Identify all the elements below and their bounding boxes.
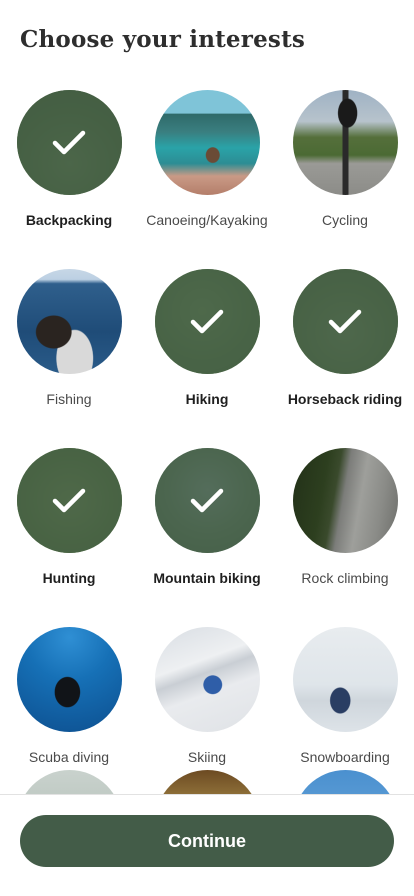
selected-overlay xyxy=(154,269,260,374)
interest-fishing[interactable]: Fishing xyxy=(0,269,138,407)
checkmark-icon xyxy=(190,488,224,512)
checkmark-icon xyxy=(328,309,362,333)
selected-overlay xyxy=(16,90,122,195)
interest-label: Rock climbing xyxy=(301,570,389,586)
interests-screen: Choose your interests Backpacking Canoei… xyxy=(0,0,414,896)
interest-snowboarding[interactable]: Snowboarding xyxy=(276,627,414,765)
checkmark-icon xyxy=(190,309,224,333)
interest-label: Cycling xyxy=(322,212,368,228)
selected-overlay xyxy=(16,448,122,553)
page-title: Choose your interests xyxy=(20,26,306,53)
cycling-photo xyxy=(292,90,398,195)
interest-label: Scuba diving xyxy=(28,749,110,765)
rock-photo xyxy=(292,448,398,553)
interest-horseback-riding[interactable]: Horseback riding xyxy=(276,269,414,407)
hiking-photo xyxy=(154,269,260,374)
interest-cycling[interactable]: Cycling xyxy=(276,90,414,228)
footer-bar: Continue xyxy=(0,794,414,896)
hunting-photo xyxy=(16,448,122,553)
interest-label: Hunting xyxy=(42,570,96,586)
interest-canoeing-kayaking[interactable]: Canoeing/Kayaking xyxy=(138,90,276,228)
interest-label: Canoeing/Kayaking xyxy=(146,212,268,228)
interest-scuba-diving[interactable]: Scuba diving xyxy=(0,627,138,765)
snowboarding-photo xyxy=(292,627,398,732)
interest-mountain-biking[interactable]: Mountain biking xyxy=(138,448,276,586)
interests-grid: Backpacking Canoeing/Kayaking Cycling Fi… xyxy=(0,90,414,765)
continue-button[interactable]: Continue xyxy=(20,815,394,867)
selected-overlay xyxy=(154,448,260,553)
scuba-photo xyxy=(16,627,122,732)
fishing-photo xyxy=(16,269,122,374)
interest-skiing[interactable]: Skiing xyxy=(138,627,276,765)
skiing-photo xyxy=(154,627,260,732)
horseback-photo xyxy=(292,269,398,374)
interest-label: Horseback riding xyxy=(287,391,403,407)
interest-label: Fishing xyxy=(46,391,92,407)
interest-label: Snowboarding xyxy=(300,749,390,765)
checkmark-icon xyxy=(52,130,86,154)
interest-hunting[interactable]: Hunting xyxy=(0,448,138,586)
interest-label: Hiking xyxy=(185,391,229,407)
interest-label: Skiing xyxy=(187,749,227,765)
interest-rock-climbing[interactable]: Rock climbing xyxy=(276,448,414,586)
interest-label: Backpacking xyxy=(25,212,113,228)
interest-backpacking[interactable]: Backpacking xyxy=(0,90,138,228)
interest-hiking[interactable]: Hiking xyxy=(138,269,276,407)
checkmark-icon xyxy=(52,488,86,512)
canoeing-photo xyxy=(154,90,260,195)
mtb-photo xyxy=(154,448,260,553)
backpacking-photo xyxy=(16,90,122,195)
selected-overlay xyxy=(292,269,398,374)
interest-label: Mountain biking xyxy=(153,570,261,586)
